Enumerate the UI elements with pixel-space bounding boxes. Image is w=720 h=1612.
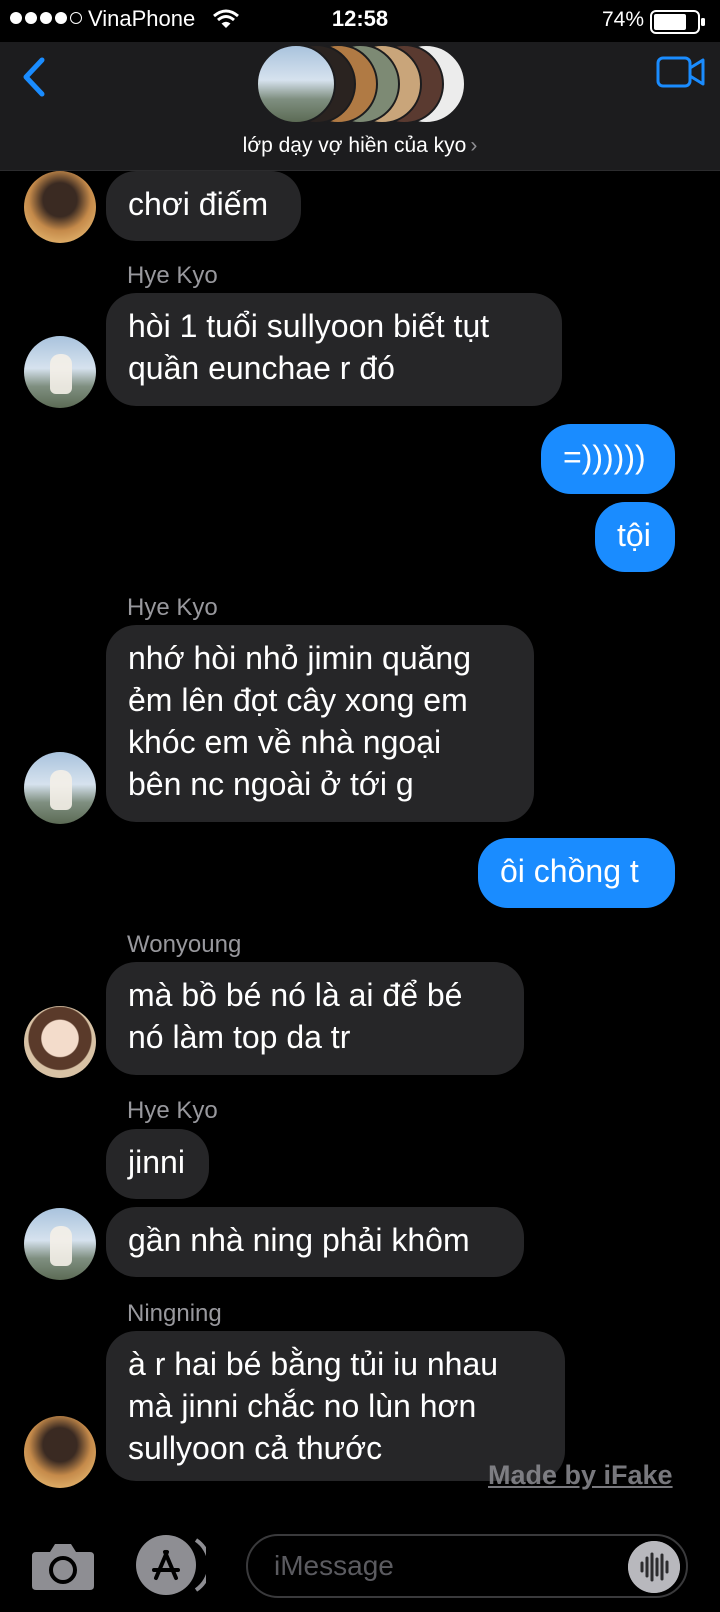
message-bubble[interactable]: jinni (106, 1129, 209, 1199)
avatar[interactable] (24, 1006, 96, 1078)
sender-name: Hye Kyo (127, 262, 218, 289)
audio-waveform-icon[interactable] (628, 1541, 680, 1593)
camera-button[interactable] (30, 1540, 96, 1592)
sender-name: Hye Kyo (127, 1097, 218, 1124)
message-line: sullyoon cả thước (128, 1430, 383, 1466)
message-bubble[interactable]: à r hai bé bằng tủi iu nhau mà jinni chắ… (106, 1331, 565, 1481)
message-line: nhớ hòi nhỏ jimin quăng (128, 640, 471, 676)
message-line: chơi điếm (128, 186, 269, 222)
avatar[interactable] (24, 171, 96, 243)
message-line: jinni (128, 1144, 185, 1180)
message-bubble[interactable]: chơi điếm (106, 171, 301, 241)
message-bubble[interactable]: mà bồ bé nó là ai để bé nó làm top da tr (106, 962, 524, 1075)
avatar[interactable] (24, 1416, 96, 1488)
message-input-placeholder: iMessage (274, 1550, 394, 1581)
message-bubble[interactable]: gần nhà ning phải khôm (106, 1207, 524, 1277)
status-bar: VinaPhone 12:58 74% (0, 0, 720, 42)
message-bubble[interactable]: nhớ hòi nhỏ jimin quăng ẻm lên đọt cây x… (106, 625, 534, 822)
message-line: nó làm top da tr (128, 1019, 351, 1055)
group-avatar-stack[interactable] (256, 44, 466, 126)
conversation-header: lớp dạy vợ hiền của kyo › (0, 42, 720, 171)
message-line: quần eunchae r đó (128, 350, 395, 386)
avatar[interactable] (24, 336, 96, 408)
avatar[interactable] (24, 1208, 96, 1280)
message-bubble[interactable]: =)))))) (541, 424, 675, 494)
message-line: khóc em về nhà ngoại (128, 724, 442, 760)
message-line: mà bồ bé nó là ai để bé (128, 977, 463, 1013)
battery-percentage: 74% (601, 8, 644, 31)
video-call-button[interactable] (656, 54, 706, 90)
sender-name: Wonyoung (127, 931, 242, 958)
chevron-right-icon: › (470, 134, 478, 157)
message-line: bên nc ngoài ở tới g (128, 766, 414, 802)
group-name-label: lớp dạy vợ hiền của kyo (242, 134, 467, 157)
message-line: hòi 1 tuổi sullyoon biết tụt (128, 308, 490, 344)
sender-name: Ningning (127, 1300, 222, 1327)
back-button[interactable] (14, 52, 54, 102)
group-name[interactable]: lớp dạy vợ hiền của kyo › (0, 134, 720, 158)
message-line: ẻm lên đọt cây xong em (128, 682, 468, 718)
message-line: gần nhà ning phải khôm (128, 1222, 470, 1258)
group-avatar (256, 44, 336, 124)
message-line: à r hai bé bằng tủi iu nhau (128, 1346, 499, 1382)
message-bubble[interactable]: tội (595, 502, 675, 572)
message-line: ôi chồng t (500, 853, 639, 889)
message-line: tội (617, 517, 651, 553)
sender-name: Hye Kyo (127, 594, 218, 621)
compose-bar: iMessage (0, 1522, 720, 1612)
message-bubble[interactable]: hòi 1 tuổi sullyoon biết tụt quần euncha… (106, 293, 562, 406)
avatar[interactable] (24, 752, 96, 824)
app-store-button[interactable] (134, 1532, 206, 1598)
message-input[interactable]: iMessage (246, 1534, 688, 1598)
message-line: =)))))) (563, 439, 646, 475)
message-line: mà jinni chắc no lùn hơn (128, 1388, 477, 1424)
battery-icon (650, 10, 705, 34)
watermark: Made by iFake (488, 1460, 673, 1490)
message-bubble[interactable]: ôi chồng t (478, 838, 675, 908)
